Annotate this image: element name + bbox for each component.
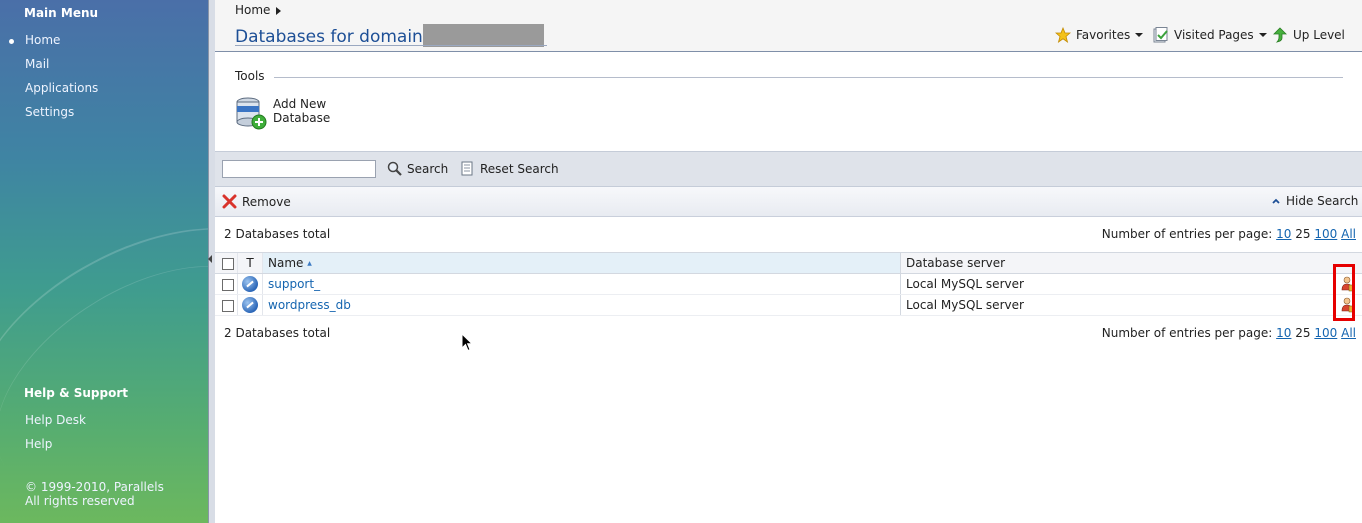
database-name-link[interactable]: support_ [268,277,320,291]
per-page-label: Number of entries per page: [1101,227,1273,241]
redacted-domain-name [422,23,544,47]
breadcrumb-home[interactable]: Home [235,3,270,17]
active-bullet-icon [9,39,14,44]
name-cell: wordpress_db [262,294,901,316]
row-select-cell [215,294,238,316]
add-new-line-2: Database [273,111,331,125]
up-arrow-icon [1273,27,1287,43]
search-icon [387,161,402,176]
databases-table: T Name ▲ Database server support_ Local … [215,253,1362,316]
sidebar-item-settings[interactable]: Settings [25,105,74,119]
per-page-10[interactable]: 10 [1276,326,1291,340]
database-server-column-header[interactable]: Database server [900,253,1362,274]
sidebar-item-home[interactable]: Home [25,33,60,47]
action-bar: Remove Hide Search [215,187,1362,217]
sidebar-item-mail[interactable]: Mail [25,57,49,71]
add-new-database-label: Add New Database [273,97,330,125]
row-checkbox[interactable] [222,278,234,291]
breadcrumb-arrow-icon [276,6,282,15]
name-column-label: Name [268,256,304,270]
per-page-100[interactable]: 100 [1314,227,1337,241]
table-row: wordpress_db Local MySQL server [215,294,1362,316]
page-title: Databases for domain [235,23,544,47]
type-cell [237,294,263,316]
reset-search-icon [461,161,473,176]
add-new-database-button[interactable]: Add New Database [235,96,330,130]
mysql-database-icon [242,276,258,292]
tools-divider [274,77,1343,78]
visited-pages-menu[interactable]: Visited Pages [1152,27,1267,43]
visited-pages-icon [1153,27,1168,43]
database-name-link[interactable]: wordpress_db [268,298,351,312]
main-content: Home Databases for domain Favorites Visi… [215,0,1362,523]
favorites-menu[interactable]: Favorites [1055,27,1144,43]
search-label: Search [407,161,449,176]
per-page-100[interactable]: 100 [1314,326,1337,340]
search-input[interactable] [222,160,376,178]
help-support-title: Help & Support [24,386,128,400]
chevron-down-icon [1135,33,1144,37]
copyright-line-1: © 1999-2010, Parallels [25,480,164,494]
reset-search-button[interactable]: Reset Search [460,161,559,176]
sidebar-item-help[interactable]: Help [25,437,52,451]
total-count-top: 2 Databases total [224,227,331,241]
per-page-25-selected: 25 [1295,326,1311,340]
type-cell [237,273,263,295]
tools-section-label: Tools [235,69,265,83]
reset-search-label: Reset Search [480,161,559,176]
hide-search-button[interactable]: Hide Search [1271,194,1358,208]
per-page-25-selected: 25 [1295,227,1311,241]
hide-search-label: Hide Search [1286,194,1359,208]
select-all-checkbox[interactable] [222,257,234,270]
remove-label: Remove [242,194,291,209]
sidebar-item-help-desk[interactable]: Help Desk [25,413,86,427]
per-page-all[interactable]: All [1341,227,1356,241]
name-cell: support_ [262,273,901,295]
name-column-header[interactable]: Name ▲ [262,253,901,274]
copyright: © 1999-2010, Parallels All rights reserv… [25,480,164,508]
add-database-icon [236,97,267,130]
row-checkbox[interactable] [222,299,234,312]
row-select-cell [215,273,238,295]
page-title-text: Databases for domain [235,27,423,47]
table-row: support_ Local MySQL server [215,273,1362,295]
entries-per-page-bottom: Number of entries per page: 10 25 100 Al… [1102,326,1356,340]
mouse-cursor-icon [461,333,473,352]
per-page-all[interactable]: All [1341,326,1356,340]
collapse-sidebar-icon[interactable] [208,255,212,263]
up-level-button[interactable]: Up Level [1272,27,1345,43]
favorites-label: Favorites [1076,28,1131,42]
chevron-down-icon [1258,33,1267,37]
title-underline [235,45,547,46]
server-cell: Local MySQL server [900,273,1362,295]
star-icon [1055,27,1071,43]
add-new-line-1: Add New [273,97,327,111]
per-page-label: Number of entries per page: [1101,326,1273,340]
remove-button[interactable]: Remove [222,194,291,209]
copyright-line-2: All rights reserved [25,494,135,508]
main-menu-title: Main Menu [24,6,99,20]
up-level-label: Up Level [1293,28,1345,42]
select-all-cell [215,253,238,274]
search-button[interactable]: Search [387,161,448,176]
sidebar: Main Menu Home Mail Applications Setting… [0,0,208,523]
type-column-header[interactable]: T [237,253,263,274]
visited-pages-label: Visited Pages [1174,28,1254,42]
total-count-bottom: 2 Databases total [224,326,331,340]
page-header: Home Databases for domain Favorites Visi… [215,0,1362,52]
entries-per-page-top: Number of entries per page: 10 25 100 Al… [1102,227,1356,241]
chevron-up-icon [1272,198,1280,204]
sort-ascending-icon: ▲ [307,260,312,267]
sidebar-item-applications[interactable]: Applications [25,81,98,95]
remove-x-icon [222,194,237,209]
search-bar: Search Reset Search [215,151,1362,187]
highlight-annotation-box [1333,264,1355,321]
table-header-row: T Name ▲ Database server [215,253,1362,274]
breadcrumb: Home [235,3,282,17]
server-cell: Local MySQL server [900,294,1362,316]
mysql-database-icon [242,297,258,313]
per-page-10[interactable]: 10 [1276,227,1291,241]
